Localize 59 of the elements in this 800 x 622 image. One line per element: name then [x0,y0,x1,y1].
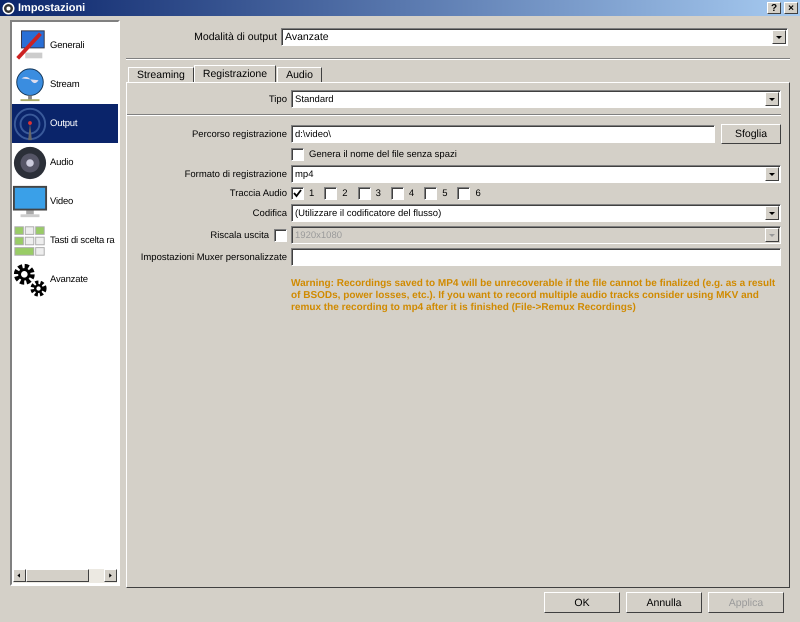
checkbox[interactable] [390,187,404,200]
horizontal-scrollbar[interactable] [13,569,117,583]
checkbox-label: 2 [342,188,348,199]
field-label: Percorso registrazione [190,128,287,140]
checkbox-label: 1 [309,188,314,199]
gears-icon [12,262,48,298]
window-title: Impostazioni [18,2,86,14]
sidebar-item[interactable]: Audio [12,143,118,182]
dropdown[interactable]: Avanzate [281,28,788,46]
checkbox-label: 6 [475,188,481,199]
sidebar-item[interactable]: Stream [12,65,118,104]
checkbox-label: 4 [408,188,414,199]
sidebar-item[interactable]: Video [12,182,118,221]
field-label: Traccia Audio [228,188,287,199]
checkbox[interactable] [358,187,371,200]
field-label: Riscala uscita [210,230,269,240]
sidebar-item[interactable]: Tasti di scelta ra [12,221,118,260]
dialog-button[interactable]: OK [544,592,620,613]
checkbox-label: 5 [442,188,448,199]
checkbox[interactable] [291,148,304,161]
dropdown[interactable]: (Utilizzare il codificatore del flusso) [291,204,781,222]
checkbox-label: Genera il nome del file senza spazi [309,149,457,160]
tab[interactable]: Audio [277,67,322,82]
path-field[interactable]: d:\video\ [291,125,715,143]
dialog-button[interactable]: Annulla [626,592,702,613]
browse-button[interactable]: Sfoglia [721,124,781,144]
app-logo-icon [2,2,15,14]
caret-icon [765,206,779,220]
field-label: Codifica [252,208,287,218]
antenna-icon [12,106,48,142]
checkbox[interactable] [424,187,438,200]
caret-icon [765,167,779,181]
caret-icon [765,92,779,106]
tab[interactable]: Registrazione [194,65,276,82]
scroll-right-icon[interactable] [104,569,117,582]
tab[interactable]: Streaming [128,67,194,82]
sidebar-item[interactable]: Avanzate [12,260,118,299]
dropdown[interactable]: mp4 [291,165,781,183]
caret-icon [772,30,786,44]
field-label: Tipo [268,94,287,104]
scroll-left-icon[interactable] [13,569,26,582]
dropdown[interactable]: Standard [291,90,781,108]
sidebar-item[interactable]: Output [12,104,118,143]
checkbox[interactable] [457,187,470,200]
speaker-icon [12,144,48,180]
warning-text: Warning: Recordings saved to MP4 will be unrecoverable if the file cannot be finalized (e.g. as a result of BSODs, power losses, etc.). If you want to record multiple audio tracks consider using MKV and remux the recording to mp4 after it is finished (File->Remux Recordings) [291,278,776,314]
caret-icon [765,228,779,242]
text-field[interactable] [291,248,781,266]
checkbox[interactable] [291,187,304,200]
monitor-icon [12,184,48,220]
close-button[interactable]: × [784,2,798,14]
sidebar-item[interactable]: Generali [12,26,118,65]
field-label: Impostazioni Muxer personalizzate [140,252,287,262]
field-label: Modalità di output [194,31,277,43]
scroll-thumb[interactable] [26,569,89,582]
help-button[interactable]: ? [767,2,781,14]
checkbox[interactable] [324,187,338,200]
field-label: Formato di registrazione [184,168,287,180]
checkbox-label: 3 [376,188,381,199]
